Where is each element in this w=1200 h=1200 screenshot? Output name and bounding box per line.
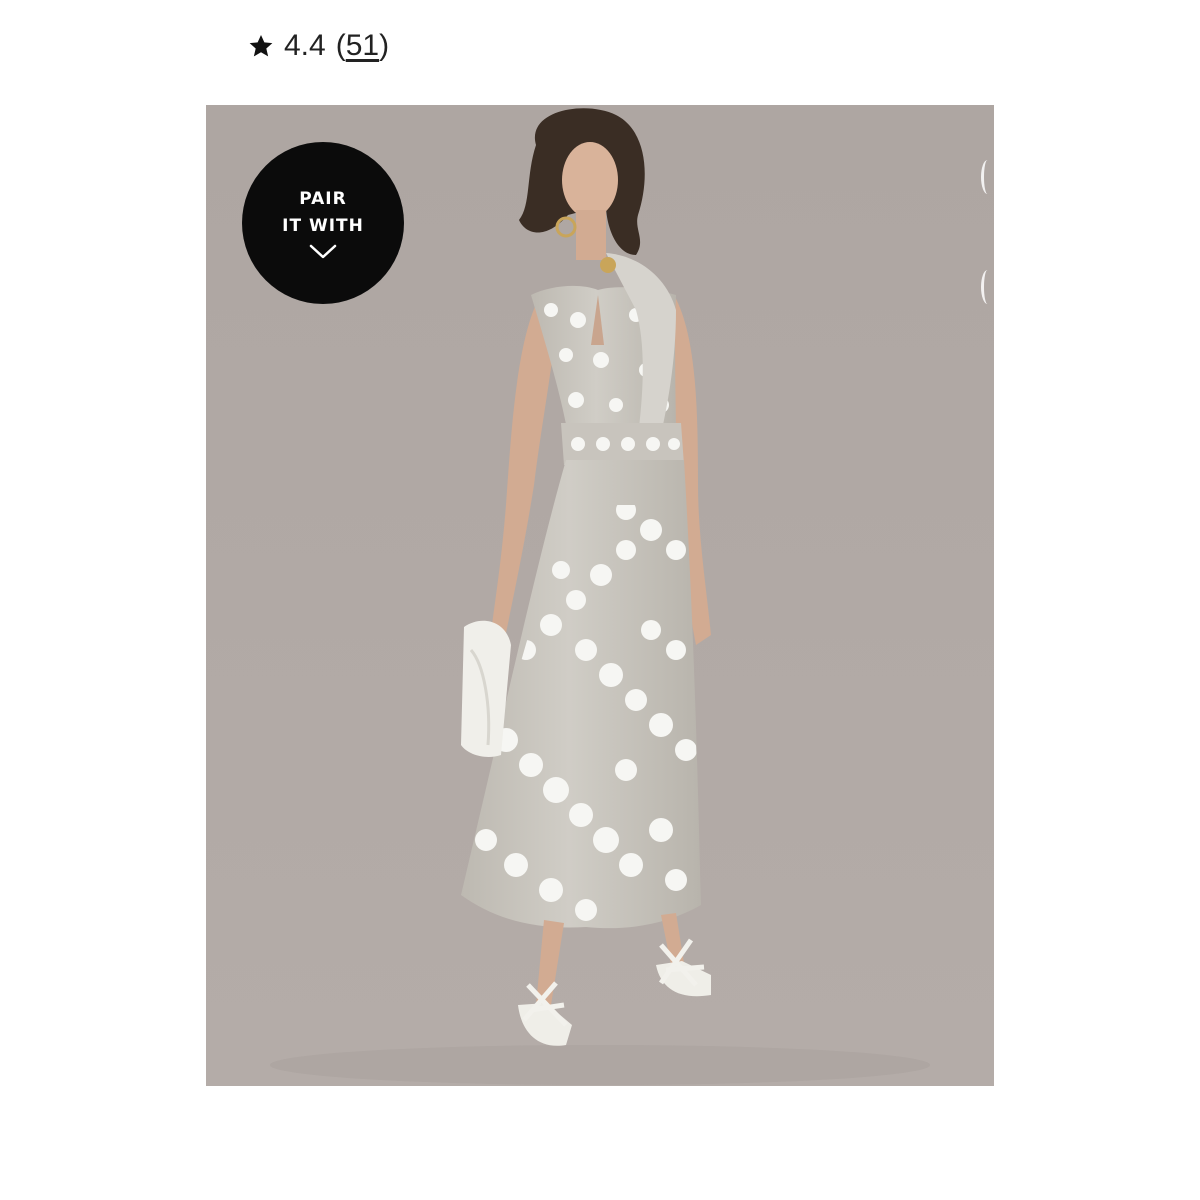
star-icon	[249, 34, 273, 57]
pair-badge-line1: PAIR	[299, 189, 347, 209]
carousel-edge-indicator	[981, 160, 994, 194]
pair-it-with-button[interactable]: PAIR IT WITH	[242, 142, 404, 304]
review-count-link[interactable]: 51	[346, 29, 379, 62]
carousel-edge-indicator	[981, 270, 994, 304]
rating-close-paren: )	[379, 29, 390, 62]
chevron-down-icon	[309, 244, 337, 259]
product-rating: 4.4 (51)	[248, 26, 389, 66]
pair-badge-line2: IT WITH	[282, 216, 364, 236]
rating-open-paren: (	[335, 29, 346, 62]
rating-value: 4.4	[284, 29, 326, 62]
